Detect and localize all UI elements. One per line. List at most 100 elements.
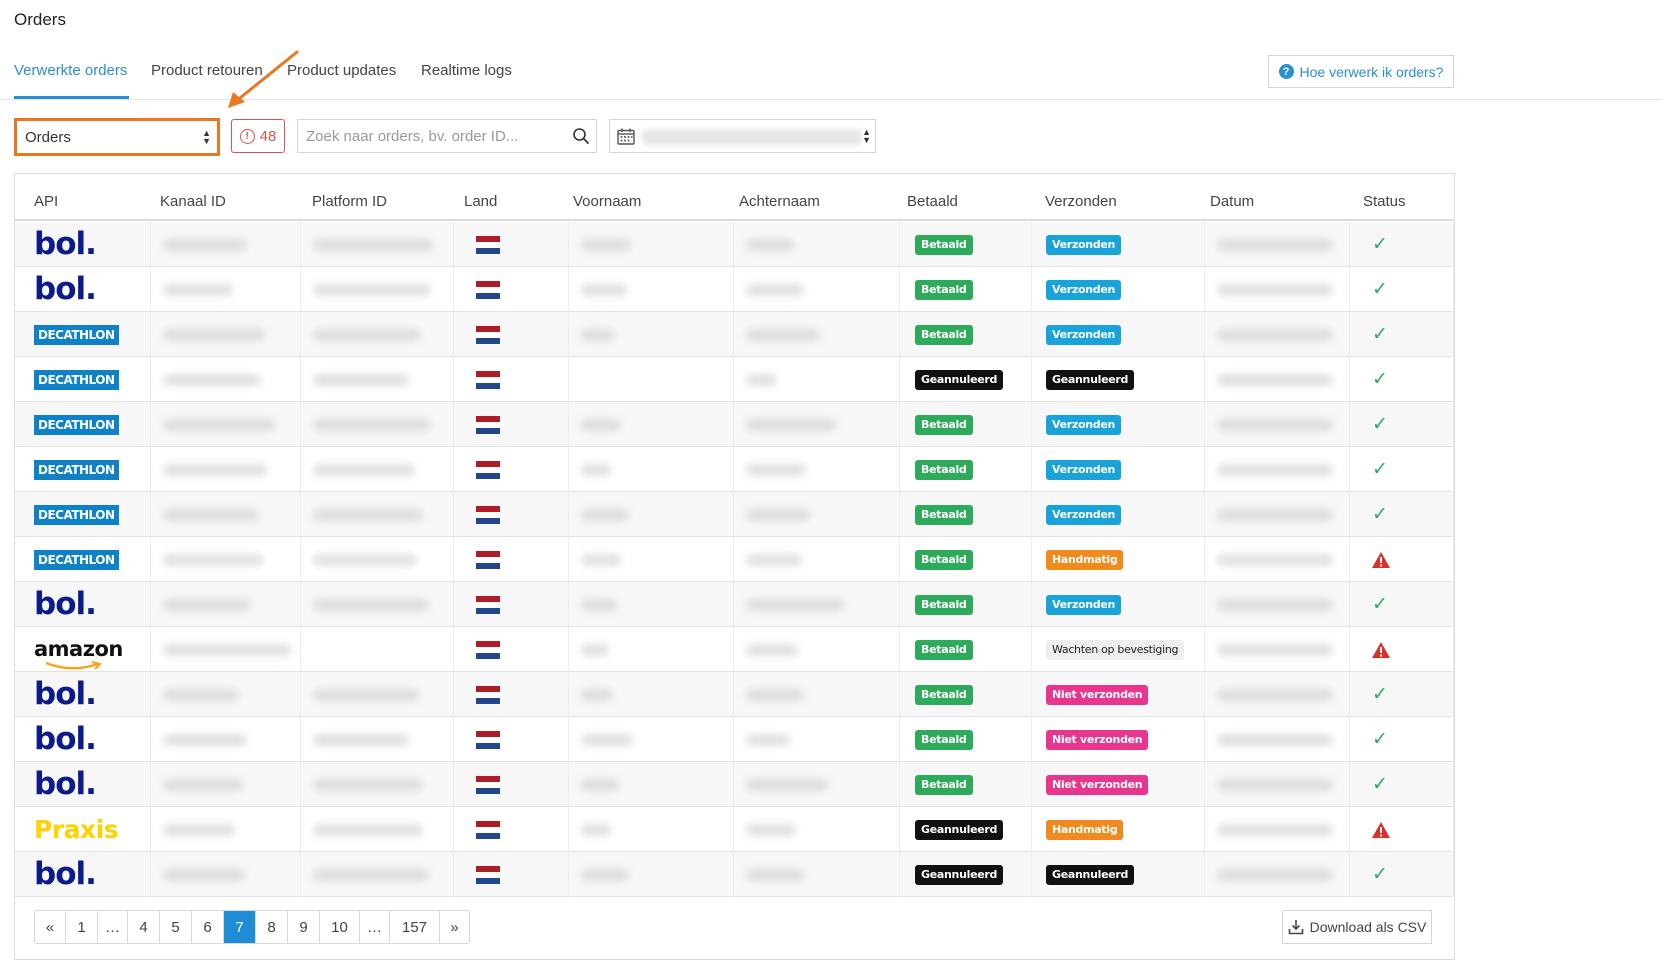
date-range-picker[interactable]: ▲ ▼	[609, 119, 876, 153]
table-row[interactable]: bol. Betaald Verzonden ✓	[15, 267, 1454, 312]
api-cell: DECATHLON	[15, 447, 150, 492]
help-button[interactable]: ? Hoe verwerk ik orders?	[1268, 55, 1454, 88]
pagination-page-10[interactable]: 10	[319, 911, 359, 943]
api-cell: bol.	[15, 852, 150, 897]
achternaam-redacted	[746, 508, 810, 521]
column-header-status[interactable]: Status	[1363, 193, 1406, 210]
datum-redacted	[1217, 418, 1333, 431]
column-header-platform-id[interactable]: Platform ID	[312, 193, 387, 210]
pagination-page-157[interactable]: 157	[389, 911, 439, 943]
pagination-page-9[interactable]: 9	[287, 911, 319, 943]
table-row[interactable]: amazon Betaald Wachten op bevestiging	[15, 627, 1454, 672]
amazon-logo: amazon	[34, 639, 123, 670]
nl-flag-icon	[476, 460, 500, 479]
api-cell: bol.	[15, 267, 150, 312]
nl-flag-icon	[476, 865, 500, 884]
datum-redacted	[1217, 373, 1333, 386]
table-row[interactable]: DECATHLON Betaald Handmatig	[15, 537, 1454, 582]
kanaal-cell	[150, 492, 301, 537]
datum-redacted	[1217, 643, 1333, 656]
voornaam-redacted	[581, 868, 629, 881]
order-type-select[interactable]: Orders ▲ ▼	[14, 118, 220, 156]
land-cell	[453, 852, 569, 897]
datum-redacted	[1217, 823, 1333, 836]
table-row[interactable]: Praxis Geannuleerd Handmatig	[15, 807, 1454, 852]
table-row[interactable]: DECATHLON Betaald Verzonden ✓	[15, 447, 1454, 492]
table-row[interactable]: bol. Betaald Niet verzonden ✓	[15, 717, 1454, 762]
status-badge: Betaald	[915, 639, 973, 660]
verz-cell: Verzonden	[1031, 447, 1205, 492]
decathlon-logo: DECATHLON	[34, 504, 119, 525]
verz-cell: Verzonden	[1031, 582, 1205, 627]
table-row[interactable]: DECATHLON Geannuleerd Geannuleerd ✓	[15, 357, 1454, 402]
kanaal-cell	[150, 762, 301, 807]
status-badge: Wachten op bevestiging	[1046, 639, 1185, 660]
column-header-land[interactable]: Land	[464, 193, 497, 210]
voornaam-redacted	[581, 778, 619, 791]
achternaam-redacted	[746, 283, 804, 296]
betaald-cell: Betaald	[900, 762, 1031, 807]
table-row[interactable]: bol. Betaald Niet verzonden ✓	[15, 762, 1454, 807]
pagination-next[interactable]: »	[439, 911, 469, 943]
tab-realtime-logs[interactable]: Realtime logs	[421, 62, 512, 79]
table-row[interactable]: bol. Betaald Niet verzonden ✓	[15, 672, 1454, 717]
column-header-betaald[interactable]: Betaald	[907, 193, 958, 210]
kanaal-cell	[150, 852, 301, 897]
datum-redacted	[1217, 238, 1333, 251]
platform-cell	[301, 627, 453, 672]
achternaam-redacted	[746, 733, 790, 746]
column-header-api[interactable]: API	[34, 193, 58, 210]
error-count-button[interactable]: ! 48	[231, 119, 285, 153]
datum-redacted	[1217, 508, 1333, 521]
pagination-page-6[interactable]: 6	[191, 911, 223, 943]
table-row[interactable]: DECATHLON Betaald Verzonden ✓	[15, 402, 1454, 447]
download-csv-button[interactable]: Download als CSV	[1282, 910, 1432, 944]
pagination-page-8[interactable]: 8	[255, 911, 287, 943]
pagination-ellipsis: …	[97, 911, 127, 943]
land-cell	[453, 627, 569, 672]
achter-cell	[733, 852, 900, 897]
status-cell: ✓	[1349, 447, 1454, 492]
pagination: «1… 4 5 6 7 8 9 10… 157»	[34, 910, 470, 944]
voornaam-redacted	[581, 238, 631, 251]
pagination-page-5[interactable]: 5	[159, 911, 191, 943]
table-row[interactable]: DECATHLON Betaald Verzonden ✓	[15, 312, 1454, 357]
platform-id-redacted	[313, 508, 423, 521]
pagination-prev[interactable]: «	[35, 911, 65, 943]
pagination-page-7[interactable]: 7	[223, 911, 255, 943]
platform-cell	[301, 357, 453, 402]
voor-cell	[569, 672, 733, 717]
pagination-page-4[interactable]: 4	[127, 911, 159, 943]
pagination-page-1[interactable]: 1	[65, 911, 97, 943]
table-row[interactable]: bol. Betaald Verzonden ✓	[15, 582, 1454, 627]
column-header-verzonden[interactable]: Verzonden	[1045, 193, 1117, 210]
column-header-voornaam[interactable]: Voornaam	[573, 193, 641, 210]
tab-verwerkte-orders[interactable]: Verwerkte orders	[14, 62, 127, 79]
status-badge: Betaald	[915, 279, 973, 300]
check-icon: ✓	[1372, 684, 1388, 705]
voor-cell	[569, 717, 733, 762]
voornaam-redacted	[581, 553, 621, 566]
table-row[interactable]: bol. Geannuleerd Geannuleerd ✓	[15, 852, 1454, 897]
nl-flag-icon	[476, 370, 500, 389]
orders-table: API Kanaal ID Platform ID Land Voornaam …	[14, 173, 1455, 960]
status-badge: Niet verzonden	[1046, 774, 1149, 795]
column-header-achternaam[interactable]: Achternaam	[739, 193, 820, 210]
column-header-kanaal-id[interactable]: Kanaal ID	[160, 193, 226, 210]
search-input[interactable]	[298, 120, 558, 152]
platform-id-redacted	[313, 328, 421, 341]
column-header-datum[interactable]: Datum	[1210, 193, 1254, 210]
check-icon: ✓	[1372, 504, 1388, 525]
kanaal-id-redacted	[163, 598, 251, 611]
table-row[interactable]: DECATHLON Betaald Verzonden ✓	[15, 492, 1454, 537]
verz-cell: Verzonden	[1031, 402, 1205, 447]
table-row[interactable]: bol. Betaald Verzonden ✓	[15, 222, 1454, 267]
check-icon: ✓	[1372, 864, 1388, 885]
status-badge: Niet verzonden	[1046, 684, 1149, 705]
amazon-smile-icon	[45, 661, 102, 670]
land-cell	[453, 492, 569, 537]
datum-cell	[1205, 807, 1349, 852]
verz-cell: Geannuleerd	[1031, 852, 1205, 897]
search-icon[interactable]	[572, 127, 590, 145]
status-badge: Betaald	[915, 729, 973, 750]
